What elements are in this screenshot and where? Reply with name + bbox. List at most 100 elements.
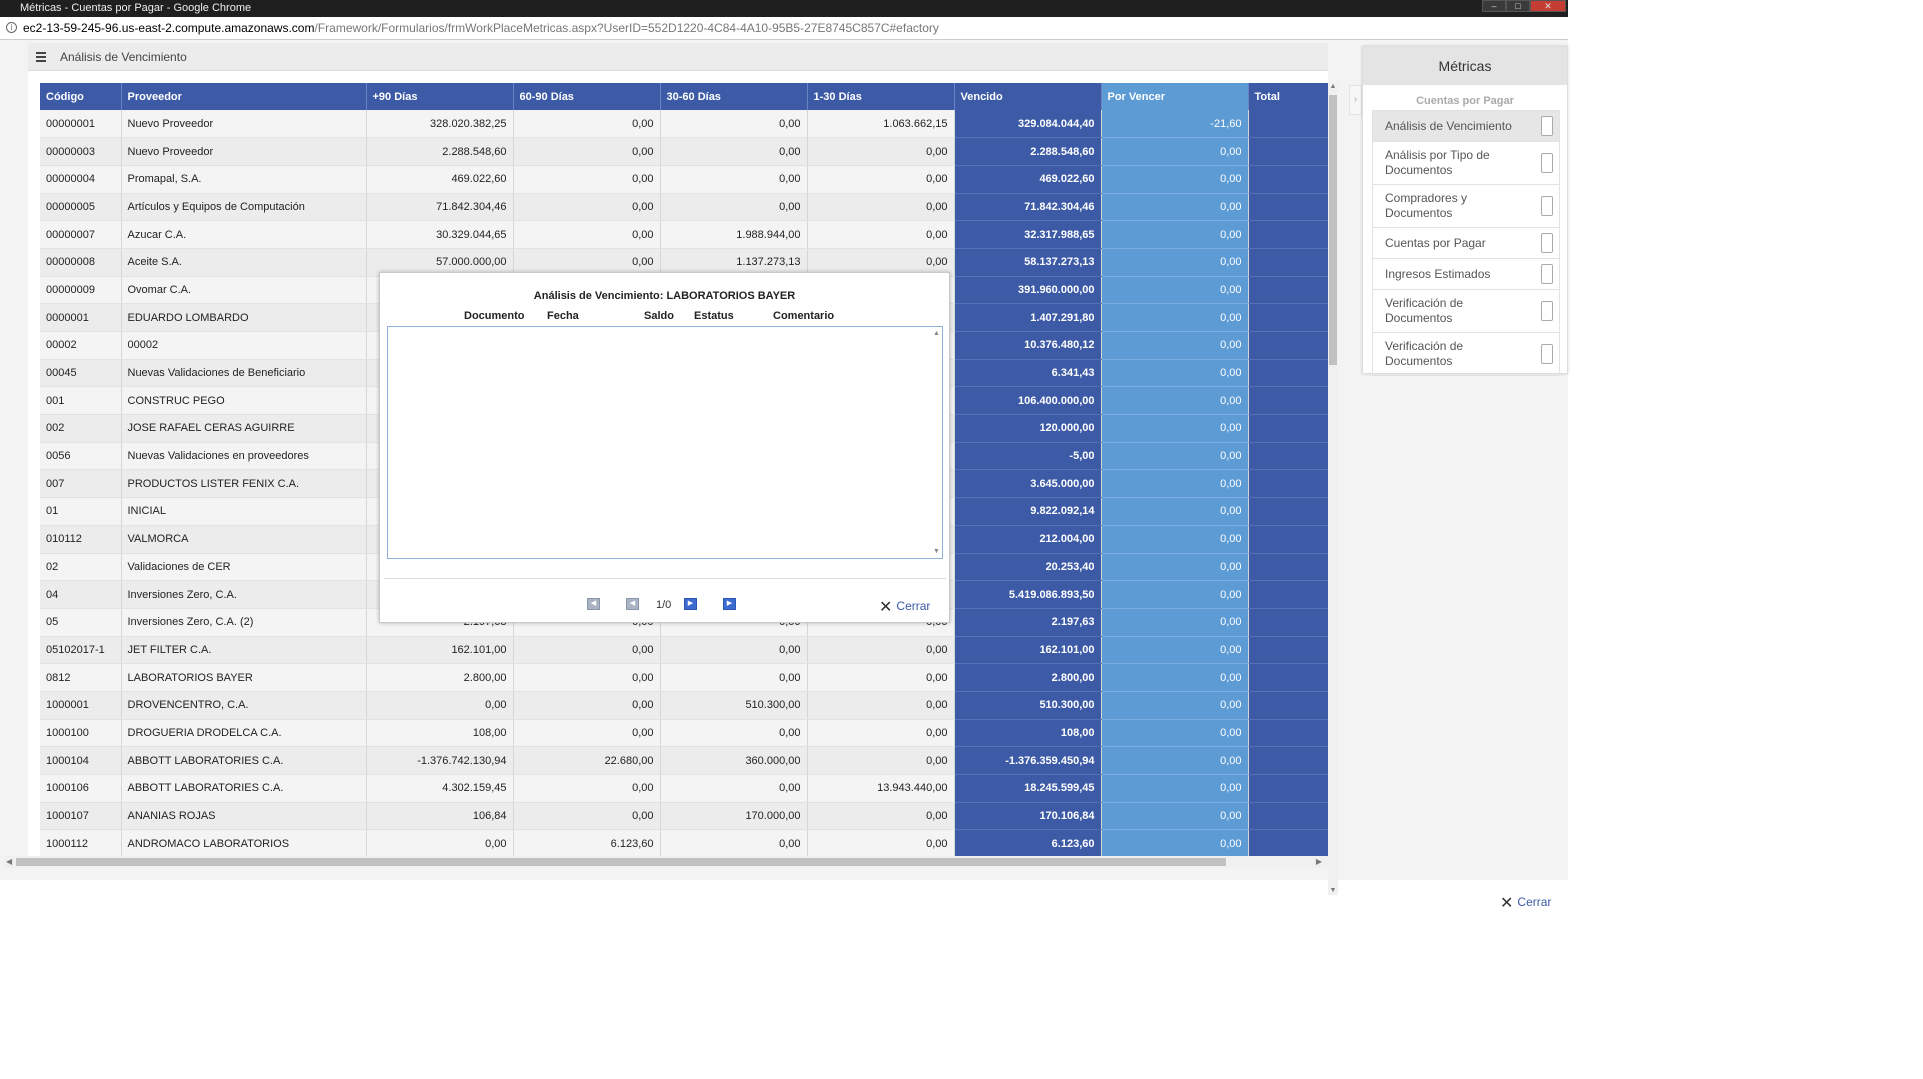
vertical-scrollbar[interactable]: ▲ ▼ xyxy=(1328,83,1338,895)
vertical-scroll-thumb[interactable] xyxy=(1329,95,1337,365)
table-row[interactable]: 1000106 ABBOTT LABORATORIES C.A. 4.302.159… xyxy=(40,774,1328,803)
table-row[interactable]: 1000100 DROGUERIA DRODELCA C.A. 108,00 0,00… xyxy=(40,719,1328,748)
column-header[interactable]: Proveedor xyxy=(121,83,367,110)
sidebar-item[interactable]: Ingresos Estimados xyxy=(1372,258,1560,290)
sidebar-subtitle: Cuentas por Pagar xyxy=(1416,95,1514,107)
modal-close-label: Cerrar xyxy=(896,599,931,613)
scroll-up-icon[interactable]: ▲ xyxy=(1329,83,1337,91)
sidebar-item-toggle[interactable] xyxy=(1541,301,1553,321)
table-cell: 05102017-1 xyxy=(40,636,122,665)
table-cell: ANANIAS ROJAS xyxy=(121,802,367,831)
table-cell: 2.288.548,60 xyxy=(954,137,1102,166)
table-cell xyxy=(1248,829,1328,858)
table-row[interactable]: 00000004 Promapal, S.A. 469.022,60 0,00 0,00… xyxy=(40,165,1328,194)
table-cell: 5.41 xyxy=(1248,580,1328,609)
modal-list-scrollbar[interactable]: ▲ ▼ xyxy=(932,327,942,558)
column-header[interactable]: 30-60 Días xyxy=(660,83,808,110)
scroll-left-icon[interactable]: ◀ xyxy=(6,857,12,866)
table-row[interactable]: 00000001 Nuevo Proveedor 328.020.382,25 0,0… xyxy=(40,110,1328,139)
first-page-icon[interactable]: ◀ xyxy=(587,598,600,610)
horizontal-scroll-thumb[interactable] xyxy=(16,858,1226,866)
table-cell: 0,00 xyxy=(1101,386,1249,416)
table-cell: 0,00 xyxy=(660,636,808,665)
column-header[interactable]: Por Vencer xyxy=(1101,83,1249,110)
table-cell: Ovomar C.A. xyxy=(121,276,367,305)
column-header[interactable]: Total xyxy=(1248,83,1328,110)
page-info: 1/0 xyxy=(656,599,672,611)
table-cell: 0,00 xyxy=(660,137,808,166)
table-cell: 0,00 xyxy=(1101,248,1249,277)
prev-page-icon[interactable]: ◀ xyxy=(626,598,639,610)
column-header[interactable]: 1-30 Días xyxy=(807,83,955,110)
column-header[interactable]: 60-90 Días xyxy=(513,83,661,110)
table-cell xyxy=(1248,497,1328,526)
column-header[interactable]: +90 Días xyxy=(366,83,514,110)
table-cell: 2.288.548,60 xyxy=(366,137,514,166)
scroll-down-icon[interactable]: ▼ xyxy=(1329,887,1337,895)
table-cell: 0,00 xyxy=(1101,719,1249,748)
sidebar-item-toggle[interactable] xyxy=(1541,233,1553,253)
table-row[interactable]: 00000003 Nuevo Proveedor 2.288.548,60 0,00 0… xyxy=(40,137,1328,166)
table-row[interactable]: 05102017-1 JET FILTER C.A. 162.101,00 0,00 0… xyxy=(40,636,1328,665)
maximize-button[interactable]: □ xyxy=(1506,0,1530,12)
sidebar-item[interactable]: Análisis de Vencimiento xyxy=(1372,110,1560,142)
table-cell: -1.37 xyxy=(1248,746,1328,775)
table-row[interactable]: 00000005 Artículos y Equipos de Computaci… xyxy=(40,193,1328,222)
table-cell: 0,00 xyxy=(1101,497,1249,526)
table-cell: 0,00 xyxy=(1101,165,1249,194)
table-cell: 18.245.599,45 xyxy=(954,774,1102,803)
sidebar-item[interactable]: Análisis por Tipo de Documentos xyxy=(1372,141,1560,185)
sidebar-item-toggle[interactable] xyxy=(1541,264,1553,284)
table-row[interactable]: 1000001 DROVENCENTRO, C.A. 0,00 0,00 510.300… xyxy=(40,691,1328,720)
grid-header-row: Código Proveedor +90 Días 60-90 Días 30-60 D… xyxy=(40,83,1328,110)
info-icon[interactable]: i xyxy=(6,22,17,33)
sidebar-item-toggle[interactable] xyxy=(1541,116,1553,136)
sidebar-item-toggle[interactable] xyxy=(1541,196,1553,216)
scroll-right-icon[interactable]: ▶ xyxy=(1316,857,1322,866)
table-cell: 0,00 xyxy=(1101,553,1249,582)
table-cell: 1.988.944,00 xyxy=(660,220,808,249)
horizontal-scrollbar[interactable]: ◀ ▶ xyxy=(4,856,1328,868)
address-bar[interactable]: i ec2-13-59-245-96.us-east-2.compute.ama… xyxy=(0,17,1568,40)
scroll-up-icon[interactable]: ▲ xyxy=(933,330,940,337)
table-cell: Nuevo Proveedor xyxy=(121,137,367,166)
table-cell: 469.022,60 xyxy=(954,165,1102,194)
scroll-down-icon[interactable]: ▼ xyxy=(933,548,940,555)
window-close-button[interactable]: ✕ xyxy=(1530,0,1566,12)
table-row[interactable]: 0812 LABORATORIOS BAYER 2.800,00 0,00 0,00 0,… xyxy=(40,663,1328,692)
table-row[interactable]: 1000107 ANANIAS ROJAS 106,84 0,00 170.000,00… xyxy=(40,802,1328,831)
table-cell: 1.063.662,15 xyxy=(807,110,955,139)
url-text[interactable]: ec2-13-59-245-96.us-east-2.compute.amazo… xyxy=(23,21,939,35)
modal-document-list[interactable]: ▲ ▼ xyxy=(387,326,943,559)
table-cell: 0,00 xyxy=(1101,746,1249,775)
last-page-icon[interactable]: ▶ xyxy=(723,598,736,610)
table-cell: 1000100 xyxy=(40,719,122,748)
minimize-button[interactable]: – xyxy=(1482,0,1506,12)
next-page-icon[interactable]: ▶ xyxy=(684,598,697,610)
sidebar-item[interactable]: Compradores y Documentos xyxy=(1372,184,1560,228)
sidebar-item[interactable]: Verificación de Documentos xyxy=(1372,289,1560,333)
table-row[interactable]: 00000007 Azucar C.A. 30.329.044,65 0,00 1.98… xyxy=(40,220,1328,249)
table-cell: 391.960.000,00 xyxy=(954,276,1102,305)
sidebar-item[interactable]: Verificación de Documentos xyxy=(1372,332,1560,376)
table-cell: 00000003 xyxy=(40,137,122,166)
sidebar-item-toggle[interactable] xyxy=(1541,153,1553,173)
table-cell: 5.419.086.893,50 xyxy=(954,580,1102,609)
column-header[interactable]: Código xyxy=(40,83,122,110)
table-cell: DROGUERIA DRODELCA C.A. xyxy=(121,719,367,748)
sidebar-item-toggle[interactable] xyxy=(1541,344,1553,364)
sidebar-toggle[interactable]: › xyxy=(1349,85,1362,115)
page-close-button[interactable]: ✕ Cerrar xyxy=(1500,893,1551,913)
column-header[interactable]: Vencido xyxy=(954,83,1102,110)
chevron-right-icon: › xyxy=(1353,94,1358,105)
table-row[interactable]: 1000112 ANDROMACO LABORATORIOS 0,00 6.123,6… xyxy=(40,829,1328,858)
table-cell: 0,00 xyxy=(1101,469,1249,499)
table-row[interactable]: 1000104 ABBOTT LABORATORIES C.A. -1.376.74… xyxy=(40,746,1328,775)
table-cell: 0,00 xyxy=(1101,414,1249,443)
table-cell: 4.302.159,45 xyxy=(366,774,514,803)
sidebar-item[interactable]: Cuentas por Pagar xyxy=(1372,227,1560,259)
menu-icon[interactable] xyxy=(36,52,46,62)
modal-close-button[interactable]: ✕ Cerrar xyxy=(879,597,930,617)
url-host: ec2-13-59-245-96.us-east-2.compute.amazo… xyxy=(23,21,315,35)
table-cell: 0056 xyxy=(40,442,122,471)
